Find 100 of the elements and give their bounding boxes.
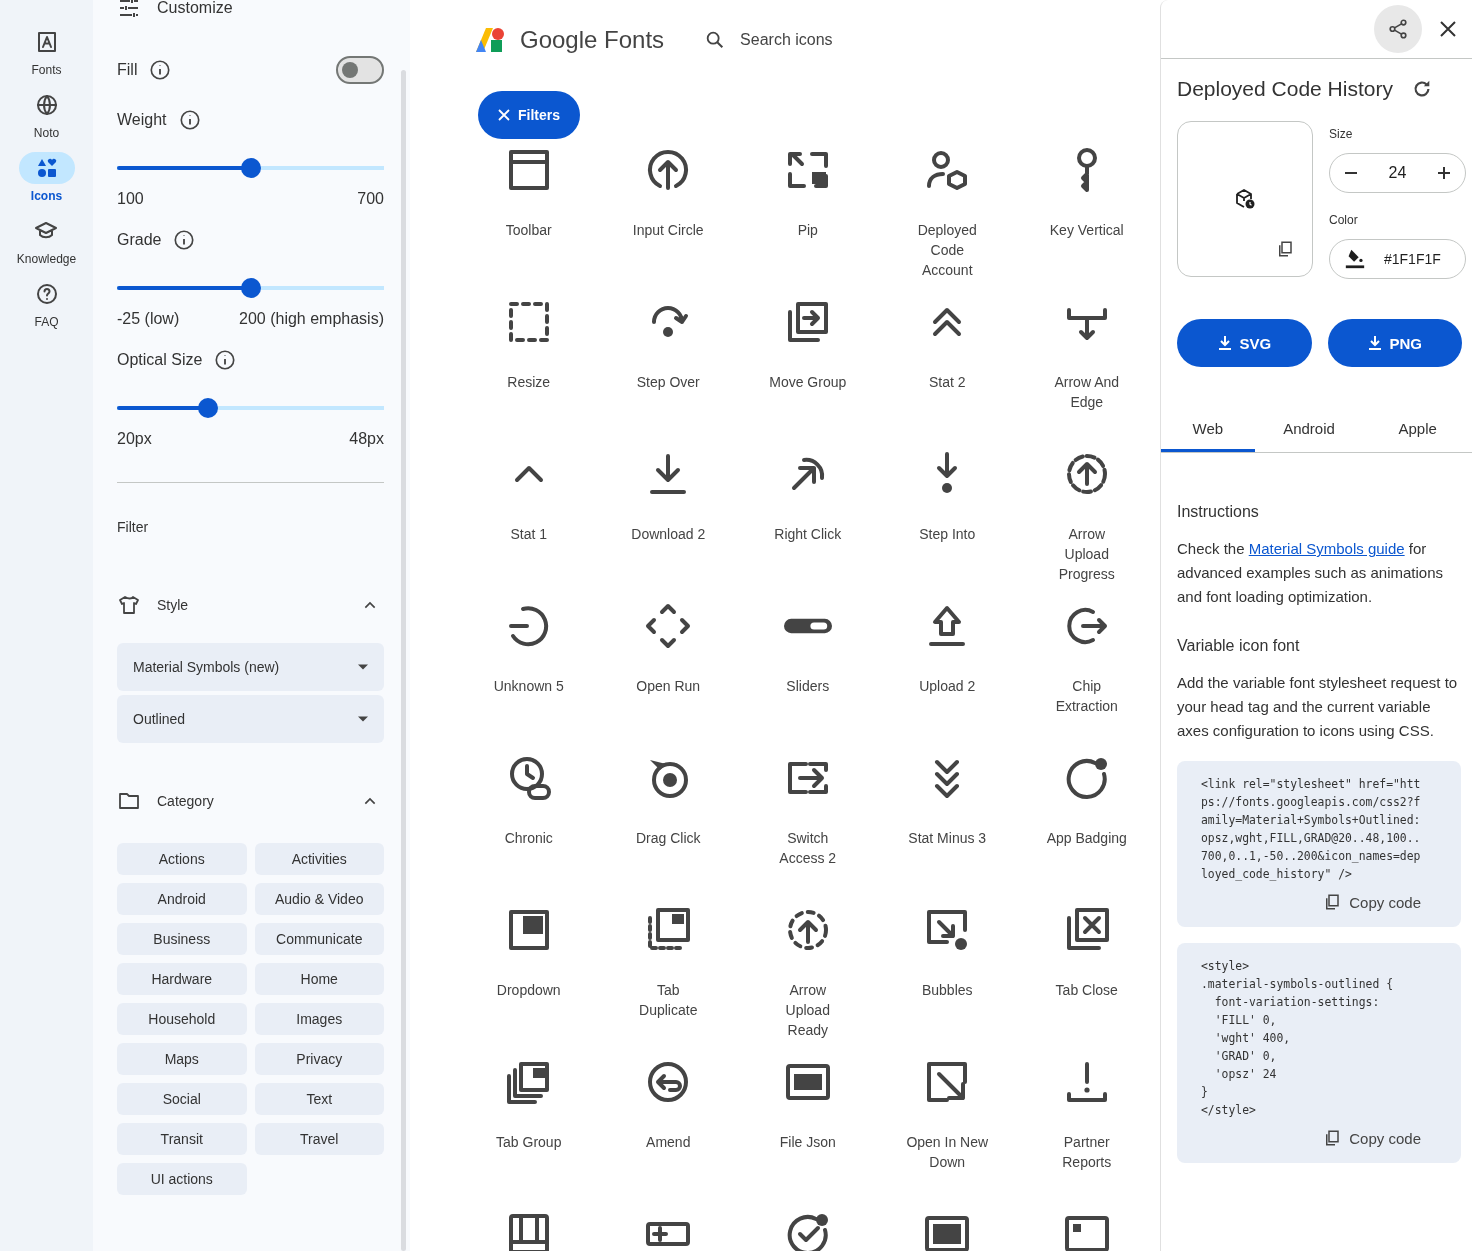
icon-tile[interactable]: Chip Extraction (1017, 601, 1157, 753)
info-icon[interactable] (173, 229, 196, 251)
icon-tile[interactable]: Unknown 5 (459, 601, 599, 753)
category-chip[interactable]: Actions (117, 843, 247, 875)
icon-name: Bubbles (920, 981, 974, 1000)
icon-tile[interactable]: Switch Access 2 (738, 753, 878, 905)
icon-tile[interactable]: Drag Click (598, 753, 738, 905)
icon-tile[interactable]: Tab Close (1017, 905, 1157, 1057)
download-button[interactable]: SVG (1177, 319, 1312, 367)
icon-name: Stat 1 (509, 525, 549, 544)
category-chip[interactable]: Images (254, 1003, 384, 1035)
plus-icon[interactable] (1437, 166, 1451, 180)
icon-tile[interactable]: Bubbles (877, 905, 1017, 1057)
icon-tile[interactable]: Arrow And Edge (1017, 297, 1157, 449)
style-dropdown[interactable]: Outlined (117, 695, 384, 743)
icon-tile[interactable]: Stat 2 (877, 297, 1017, 449)
platform-tab[interactable]: Apple (1363, 410, 1472, 452)
icon-tile[interactable]: Chronic (459, 753, 599, 905)
category-chip[interactable]: Activities (254, 843, 384, 875)
slider-thumb[interactable] (240, 158, 261, 178)
category-chip[interactable]: Home (254, 963, 384, 995)
info-icon[interactable] (214, 349, 237, 371)
category-header[interactable]: Category (117, 789, 384, 813)
icon-tile[interactable]: Step Into (877, 449, 1017, 601)
section-heading: Variable icon font (1177, 637, 1301, 655)
category-chip[interactable]: Android (117, 883, 247, 915)
rail-label[interactable]: Icons (30, 189, 63, 203)
rail-label[interactable]: Knowledge (16, 252, 77, 266)
icon-tile[interactable]: App Badging (1017, 753, 1157, 905)
rail-label[interactable]: Fonts (31, 63, 62, 77)
icon-tile[interactable]: Move Group (738, 297, 878, 449)
brand-name[interactable]: Google Fonts (520, 26, 665, 54)
icon-tile[interactable]: Sliders (738, 601, 878, 753)
category-chip[interactable]: Business (117, 923, 247, 955)
rail-label[interactable]: FAQ (34, 315, 59, 329)
icon-name: Switch Access 2 (778, 829, 838, 868)
size-value: 24 (1388, 164, 1407, 182)
search-field[interactable]: Search icons (738, 30, 943, 50)
icon-name: Tab Group (495, 1133, 563, 1152)
icon-tile[interactable]: Download 2 (598, 449, 738, 601)
copy-code-button[interactable]: Copy code (1323, 1129, 1421, 1147)
copy-icon[interactable] (1276, 240, 1294, 258)
download-button[interactable]: PNG (1327, 319, 1462, 367)
icon-tile[interactable]: Step Over (598, 297, 738, 449)
fill-switch[interactable] (336, 56, 384, 84)
info-icon[interactable] (149, 59, 172, 81)
category-chip[interactable]: UI actions (117, 1163, 247, 1195)
platform-tab[interactable]: Web (1161, 410, 1255, 452)
icon-tile[interactable]: Arrow Upload Progress (1017, 449, 1157, 601)
icon-name: Amend (645, 1133, 692, 1152)
icon-tile[interactable]: Deployed Code Account (877, 145, 1017, 297)
category-chip[interactable]: Transit (117, 1123, 247, 1155)
share-button[interactable] (1374, 5, 1422, 53)
icon-tile[interactable]: Open Run (598, 601, 738, 753)
slider-thumb[interactable] (197, 398, 218, 418)
info-icon[interactable] (178, 109, 201, 131)
toggle-bar-icon (783, 616, 832, 636)
tune-icon (117, 0, 141, 20)
style-dropdown[interactable]: Material Symbols (new) (117, 643, 384, 691)
rail-icon-pill[interactable] (18, 152, 75, 184)
icon-tile[interactable]: Arrow Upload Ready (738, 905, 878, 1057)
icon-tile[interactable]: Upload 2 (877, 601, 1017, 753)
category-chip[interactable]: Communicate (254, 923, 384, 955)
icon-name: Arrow And Edge (1053, 373, 1121, 412)
icon-tile[interactable]: Resize (459, 297, 599, 449)
category-chip[interactable]: Social (117, 1083, 247, 1115)
slider-label: Optical Size (117, 351, 203, 369)
icon-tile[interactable]: Key Vertical (1017, 145, 1157, 297)
icon-tile[interactable]: Tab Group (459, 1057, 599, 1209)
slider-thumb[interactable] (240, 278, 261, 298)
scrollbar[interactable] (401, 70, 406, 1251)
style-header[interactable]: Style (117, 593, 384, 617)
guide-link[interactable]: Material Symbols guide (1248, 540, 1405, 557)
category-chip[interactable]: Text (254, 1083, 384, 1115)
icon-tile[interactable]: File Json (738, 1057, 878, 1209)
range-max: 700 (357, 190, 384, 208)
icon-tile[interactable]: Stat 1 (459, 449, 599, 601)
icon-tile[interactable]: Dropdown (459, 905, 599, 1057)
icon-tile[interactable]: Open In New Down (877, 1057, 1017, 1209)
category-chip[interactable]: Household (117, 1003, 247, 1035)
category-chip[interactable]: Audio & Video (254, 883, 384, 915)
icon-tile[interactable]: Stat Minus 3 (877, 753, 1017, 905)
category-chip[interactable]: Travel (254, 1123, 384, 1155)
icon-tile[interactable]: Tab Duplicate (598, 905, 738, 1057)
close-icon[interactable] (1440, 21, 1456, 37)
icon-tile[interactable]: Partner Reports (1017, 1057, 1157, 1209)
copy-code-button[interactable]: Copy code (1323, 893, 1421, 911)
fill-label: Fill (117, 61, 138, 79)
category-chip[interactable]: Maps (117, 1043, 247, 1075)
icon-tile[interactable]: Right Click (738, 449, 878, 601)
rail-label[interactable]: Noto (33, 126, 60, 140)
icon-tile[interactable]: Pip (738, 145, 878, 297)
filters-button[interactable]: Filters (478, 91, 580, 139)
icon-tile[interactable]: Toolbar (459, 145, 599, 297)
category-chip[interactable]: Privacy (254, 1043, 384, 1075)
icon-tile[interactable]: Input Circle (598, 145, 738, 297)
platform-tab[interactable]: Android (1254, 410, 1364, 452)
icon-tile[interactable]: Amend (598, 1057, 738, 1209)
globe-icon (34, 93, 59, 117)
category-chip[interactable]: Hardware (117, 963, 247, 995)
